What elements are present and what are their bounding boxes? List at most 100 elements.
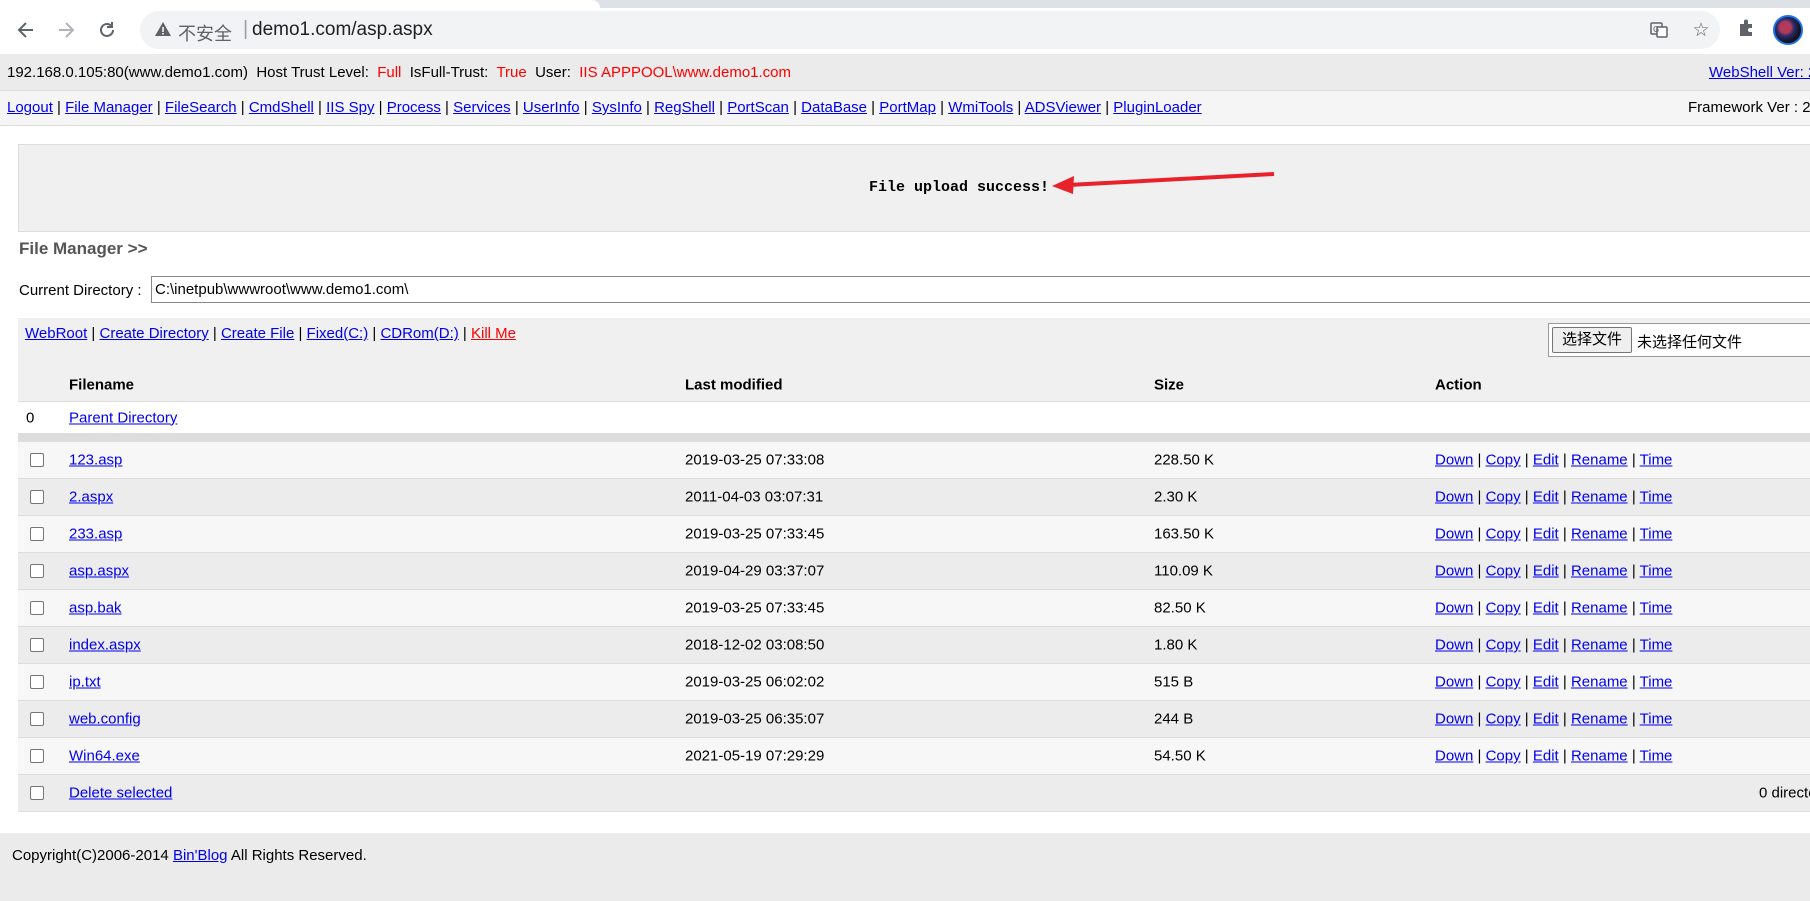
kill-me-link[interactable]: Kill Me [471, 325, 516, 342]
warning-icon[interactable] [154, 20, 172, 42]
action-rename-link[interactable]: Rename [1571, 452, 1628, 469]
action-rename-link[interactable]: Rename [1571, 711, 1628, 728]
row-checkbox[interactable] [30, 601, 44, 615]
menu-item-filesearch[interactable]: FileSearch [165, 99, 237, 116]
action-time-link[interactable]: Time [1640, 600, 1673, 617]
reload-icon[interactable] [93, 16, 121, 44]
action-edit-link[interactable]: Edit [1533, 711, 1559, 728]
webshell-version-link[interactable]: WebShell Ver: 2 [1709, 64, 1810, 81]
row-checkbox[interactable] [30, 749, 44, 763]
file-name-link[interactable]: asp.bak [69, 600, 122, 617]
action-copy-link[interactable]: Copy [1486, 600, 1521, 617]
menu-item-file-manager[interactable]: File Manager [65, 99, 153, 116]
action-copy-link[interactable]: Copy [1486, 748, 1521, 765]
action-copy-link[interactable]: Copy [1486, 563, 1521, 580]
back-icon[interactable] [12, 16, 40, 44]
file-name-link[interactable]: Win64.exe [69, 748, 140, 765]
action-edit-link[interactable]: Edit [1533, 452, 1559, 469]
action-time-link[interactable]: Time [1640, 563, 1673, 580]
action-rename-link[interactable]: Rename [1571, 637, 1628, 654]
file-name-link[interactable]: asp.aspx [69, 563, 129, 580]
delete-selected-link[interactable]: Delete selected [69, 785, 172, 802]
action-rename-link[interactable]: Rename [1571, 526, 1628, 543]
row-checkbox[interactable] [30, 453, 44, 467]
action-down-link[interactable]: Down [1435, 489, 1473, 506]
extensions-icon[interactable] [1736, 18, 1758, 40]
action-down-link[interactable]: Down [1435, 674, 1473, 691]
action-edit-link[interactable]: Edit [1533, 600, 1559, 617]
menu-item-logout[interactable]: Logout [7, 99, 53, 116]
address-bar[interactable]: 不安全 | demo1.com/asp.aspx G ☆ [140, 11, 1720, 49]
menu-item-cmdshell[interactable]: CmdShell [249, 99, 314, 116]
menu-item-portscan[interactable]: PortScan [727, 99, 789, 116]
action-time-link[interactable]: Time [1640, 526, 1673, 543]
action-time-link[interactable]: Time [1640, 489, 1673, 506]
menu-item-wmitools[interactable]: WmiTools [948, 99, 1013, 116]
action-time-link[interactable]: Time [1640, 637, 1673, 654]
action-down-link[interactable]: Down [1435, 452, 1473, 469]
tool-link-fixed-c[interactable]: Fixed(C:) [307, 325, 369, 342]
file-name-link[interactable]: 233.asp [69, 526, 122, 543]
action-edit-link[interactable]: Edit [1533, 748, 1559, 765]
row-checkbox[interactable] [30, 527, 44, 541]
action-rename-link[interactable]: Rename [1571, 563, 1628, 580]
file-name-link[interactable]: index.aspx [69, 637, 141, 654]
parent-directory-link[interactable]: Parent Directory [69, 409, 177, 426]
tool-link-cdrom-d[interactable]: CDRom(D:) [380, 325, 458, 342]
menu-item-iis-spy[interactable]: IIS Spy [326, 99, 374, 116]
url-text[interactable]: demo1.com/asp.aspx [252, 19, 433, 41]
action-edit-link[interactable]: Edit [1533, 489, 1559, 506]
select-all-checkbox[interactable] [30, 786, 44, 800]
menu-item-userinfo[interactable]: UserInfo [523, 99, 580, 116]
forward-icon[interactable] [52, 16, 80, 44]
action-edit-link[interactable]: Edit [1533, 674, 1559, 691]
menu-item-regshell[interactable]: RegShell [654, 99, 715, 116]
bookmark-star-icon[interactable]: ☆ [1690, 19, 1712, 41]
action-down-link[interactable]: Down [1435, 711, 1473, 728]
menu-item-process[interactable]: Process [387, 99, 441, 116]
action-down-link[interactable]: Down [1435, 563, 1473, 580]
action-down-link[interactable]: Down [1435, 748, 1473, 765]
file-name-link[interactable]: 2.aspx [69, 489, 113, 506]
action-edit-link[interactable]: Edit [1533, 526, 1559, 543]
menu-item-sysinfo[interactable]: SysInfo [592, 99, 642, 116]
action-time-link[interactable]: Time [1640, 674, 1673, 691]
action-rename-link[interactable]: Rename [1571, 489, 1628, 506]
action-copy-link[interactable]: Copy [1486, 526, 1521, 543]
choose-file-button[interactable]: 选择文件 [1552, 327, 1633, 353]
action-time-link[interactable]: Time [1640, 748, 1673, 765]
tool-link-create-file[interactable]: Create File [221, 325, 294, 342]
action-down-link[interactable]: Down [1435, 600, 1473, 617]
menu-item-services[interactable]: Services [453, 99, 511, 116]
tool-link-create-directory[interactable]: Create Directory [100, 325, 209, 342]
action-rename-link[interactable]: Rename [1571, 748, 1628, 765]
blog-link[interactable]: Bin'Blog [173, 847, 228, 864]
row-checkbox[interactable] [30, 490, 44, 504]
file-upload-control[interactable]: 选择文件 未选择任何文件 [1548, 323, 1810, 357]
action-edit-link[interactable]: Edit [1533, 637, 1559, 654]
file-name-link[interactable]: 123.asp [69, 452, 122, 469]
security-label[interactable]: 不安全 [178, 20, 232, 46]
action-copy-link[interactable]: Copy [1486, 711, 1521, 728]
menu-item-adsviewer[interactable]: ADSViewer [1025, 99, 1101, 116]
row-checkbox[interactable] [30, 638, 44, 652]
action-time-link[interactable]: Time [1640, 711, 1673, 728]
action-copy-link[interactable]: Copy [1486, 674, 1521, 691]
current-directory-input[interactable] [151, 276, 1810, 303]
action-copy-link[interactable]: Copy [1486, 489, 1521, 506]
action-edit-link[interactable]: Edit [1533, 563, 1559, 580]
action-rename-link[interactable]: Rename [1571, 600, 1628, 617]
row-checkbox[interactable] [30, 712, 44, 726]
menu-item-portmap[interactable]: PortMap [879, 99, 936, 116]
row-checkbox[interactable] [30, 675, 44, 689]
translate-icon[interactable]: G [1648, 19, 1670, 41]
tool-link-webroot[interactable]: WebRoot [25, 325, 87, 342]
file-name-link[interactable]: web.config [69, 711, 141, 728]
file-name-link[interactable]: ip.txt [69, 674, 101, 691]
action-rename-link[interactable]: Rename [1571, 674, 1628, 691]
menu-item-database[interactable]: DataBase [801, 99, 867, 116]
row-checkbox[interactable] [30, 564, 44, 578]
action-copy-link[interactable]: Copy [1486, 637, 1521, 654]
action-down-link[interactable]: Down [1435, 637, 1473, 654]
action-time-link[interactable]: Time [1640, 452, 1673, 469]
